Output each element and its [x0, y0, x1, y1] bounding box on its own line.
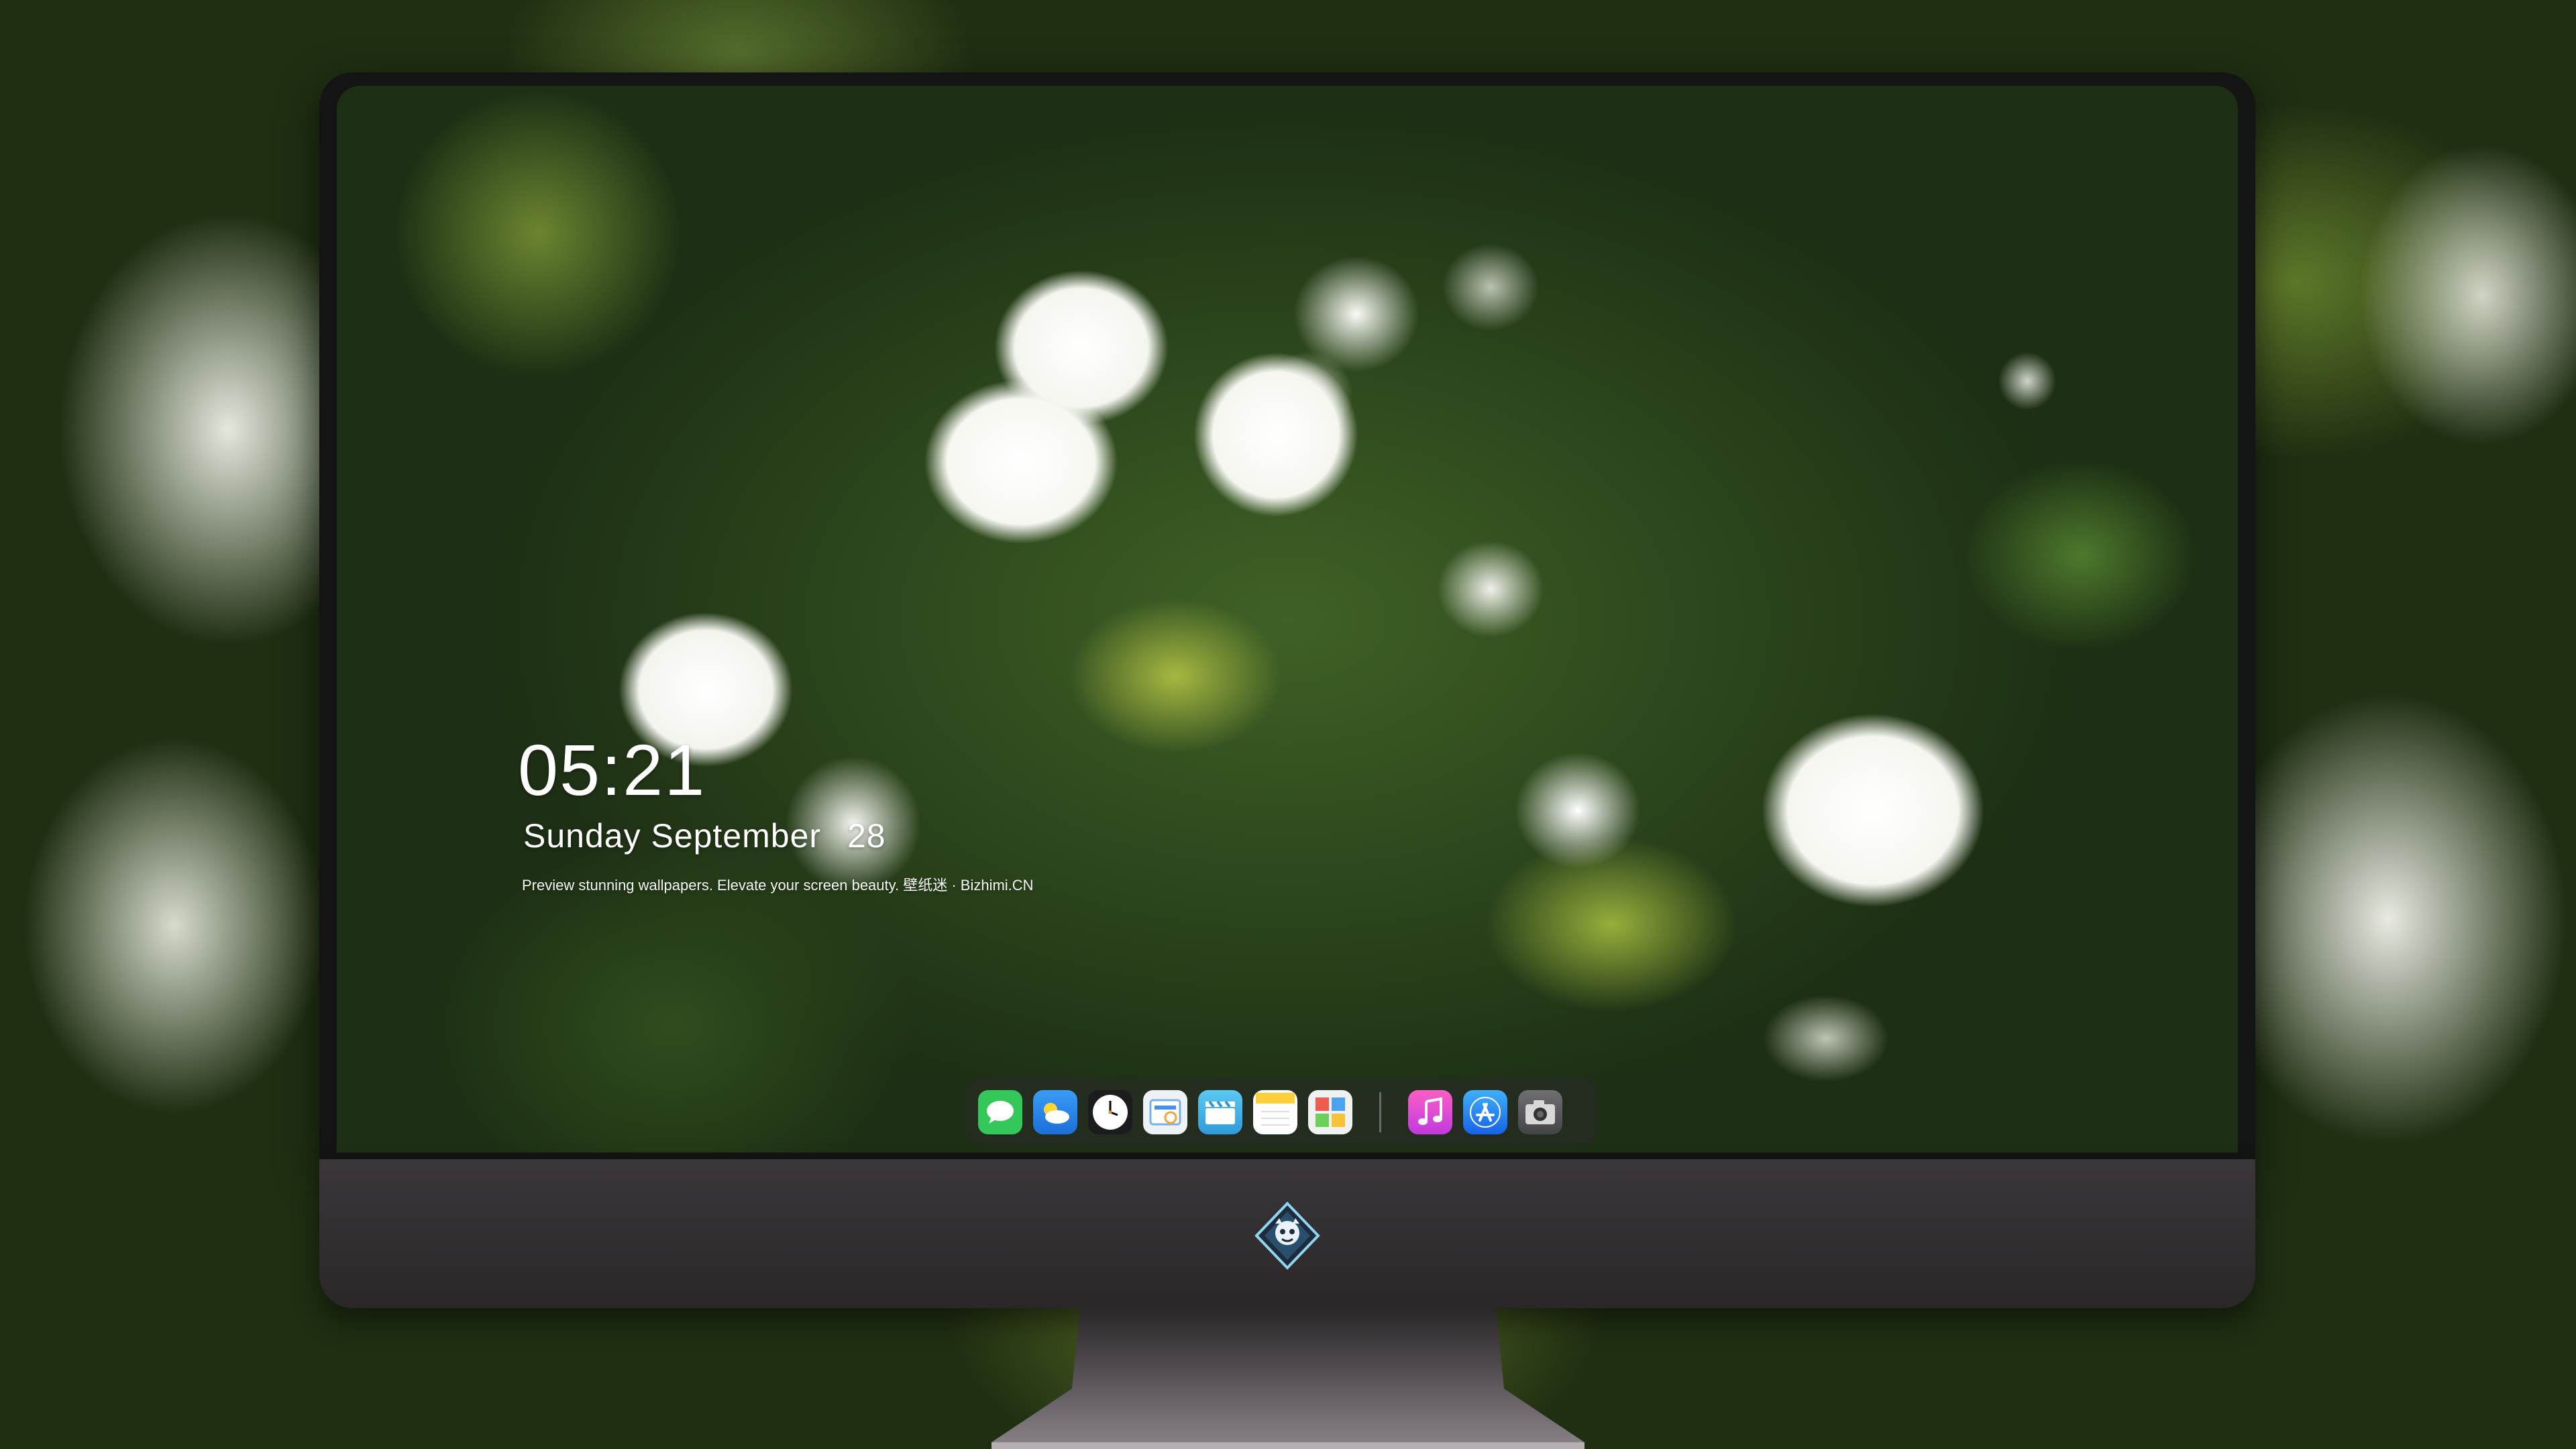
camera-icon[interactable]: [1518, 1090, 1562, 1134]
notes-icon[interactable]: [1253, 1090, 1297, 1134]
date-weekday-month: Sunday September: [523, 817, 822, 855]
brand-logo: [1254, 1201, 1320, 1270]
dock-separator: [1379, 1092, 1381, 1132]
music-icon[interactable]: [1408, 1090, 1452, 1134]
video-clips-icon[interactable]: [1198, 1090, 1242, 1134]
clock-icon[interactable]: [1088, 1090, 1132, 1134]
preview-icon[interactable]: [1143, 1090, 1187, 1134]
date-day: 28: [847, 817, 886, 855]
dock: [965, 1077, 1598, 1147]
weather-icon[interactable]: [1033, 1090, 1077, 1134]
lock-screen-clock: 05:21 Sunday September 28 Preview stunni…: [518, 730, 1034, 895]
clock-time: 05:21: [518, 729, 706, 810]
messages-icon[interactable]: [978, 1090, 1022, 1134]
clock-date: Sunday September 28: [523, 816, 1034, 856]
photo-booth-icon[interactable]: [1308, 1090, 1352, 1134]
wallpaper-tagline: Preview stunning wallpapers. Elevate you…: [522, 877, 1034, 894]
app-store-icon[interactable]: [1463, 1090, 1507, 1134]
monitor-stand: [991, 1308, 1585, 1449]
desktop-screen: 05:21 Sunday September 28 Preview stunni…: [337, 86, 2238, 1152]
